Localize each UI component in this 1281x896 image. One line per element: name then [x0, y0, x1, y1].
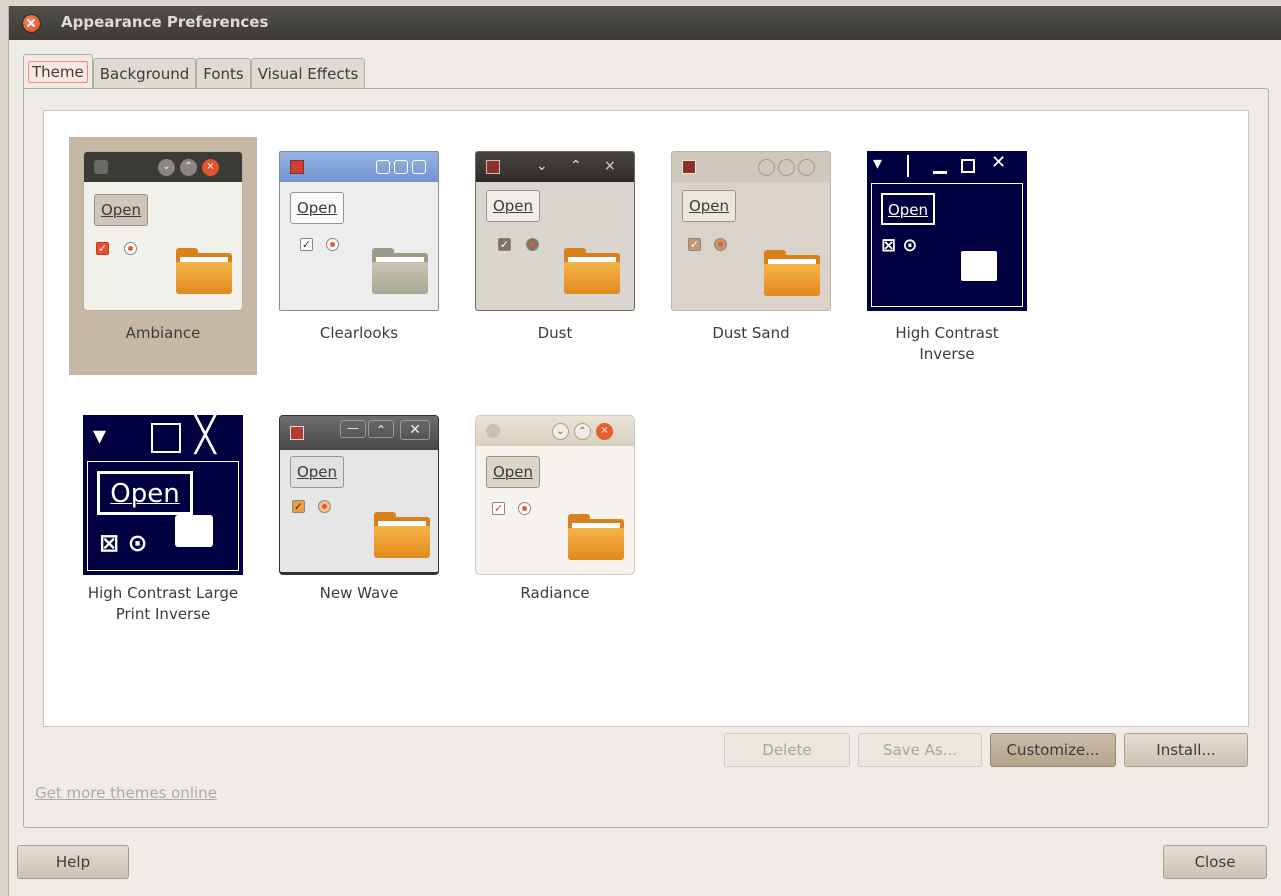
window-close-icon[interactable]	[23, 15, 40, 32]
theme-preview-dust-sand: Open ✓	[671, 151, 831, 311]
theme-preview-radiance: ⌄ ⌃ × Open ✓	[475, 415, 635, 575]
theme-item-high-contrast-large-print-inverse[interactable]: ▾ ╳ Open ⊠ ⊙ High Contrast Large Print I…	[69, 401, 257, 639]
tab-visual-effects[interactable]: Visual Effects	[250, 58, 366, 90]
theme-name: Ambiance	[125, 324, 201, 342]
tab-background[interactable]: Background	[92, 58, 197, 90]
theme-name: High Contrast Inverse	[895, 324, 999, 363]
theme-preview-clearlooks: Open ✓	[279, 151, 439, 311]
delete-button[interactable]: Delete	[724, 733, 850, 767]
theme-item-dust[interactable]: ⌄ ⌃ × Open ✓ Dust	[461, 137, 649, 375]
preview-open-button: Open	[94, 194, 148, 226]
theme-panel: ⌄ ⌃ × Open ✓ Ambiance Open ✓ Clearlooks …	[23, 88, 1269, 828]
theme-preview-high-contrast-large-print-inverse: ▾ ╳ Open ⊠ ⊙	[83, 415, 243, 575]
window-title: Appearance Preferences	[61, 13, 269, 31]
tab-fonts[interactable]: Fonts	[196, 58, 251, 90]
title-bar: Appearance Preferences	[9, 6, 1281, 40]
help-button[interactable]: Help	[17, 845, 129, 879]
theme-item-new-wave[interactable]: — ⌃ ✕ Open ✓ New Wave	[265, 401, 453, 639]
theme-name: New Wave	[319, 584, 399, 602]
preview-open-button: Open	[290, 456, 344, 488]
theme-name: Dust	[537, 324, 573, 342]
theme-item-clearlooks[interactable]: Open ✓ Clearlooks	[265, 137, 453, 375]
preview-open-button: Open	[486, 190, 540, 222]
theme-item-radiance[interactable]: ⌄ ⌃ × Open ✓ Radiance	[461, 401, 649, 639]
save-as-button[interactable]: Save As...	[858, 733, 982, 767]
preview-open-button: Open	[290, 192, 344, 224]
theme-list[interactable]: ⌄ ⌃ × Open ✓ Ambiance Open ✓ Clearlooks …	[42, 109, 1250, 728]
theme-preview-high-contrast-inverse: ▾ ✕ Open ⊠ ⊙	[867, 151, 1027, 311]
tab-bar: Theme Background Fonts Visual Effects	[23, 54, 366, 90]
preview-open-button: Open	[486, 456, 540, 488]
theme-preview-ambiance: ⌄ ⌃ × Open ✓	[83, 151, 243, 311]
theme-item-dust-sand[interactable]: Open ✓ Dust Sand	[657, 137, 845, 375]
theme-name: Clearlooks	[319, 324, 399, 342]
theme-name: Dust Sand	[712, 324, 790, 342]
theme-preview-dust: ⌄ ⌃ × Open ✓	[475, 151, 635, 311]
install-button[interactable]: Install...	[1124, 733, 1248, 767]
theme-item-ambiance[interactable]: ⌄ ⌃ × Open ✓ Ambiance	[69, 137, 257, 375]
preview-open-button: Open	[881, 193, 935, 225]
theme-name: High Contrast Large Print Inverse	[87, 584, 239, 623]
tab-theme[interactable]: Theme	[23, 54, 93, 90]
close-button[interactable]: Close	[1163, 845, 1267, 879]
appearance-preferences-window: Appearance Preferences Theme Background …	[8, 6, 1281, 896]
preview-open-button: Open	[97, 471, 193, 515]
theme-item-high-contrast-inverse[interactable]: ▾ ✕ Open ⊠ ⊙ High Contrast Inverse	[853, 137, 1041, 375]
theme-preview-new-wave: — ⌃ ✕ Open ✓	[279, 415, 439, 575]
theme-name: Radiance	[520, 584, 590, 602]
customize-button[interactable]: Customize...	[990, 733, 1116, 767]
get-more-themes-link[interactable]: Get more themes online	[35, 784, 217, 802]
preview-open-button: Open	[682, 190, 736, 222]
